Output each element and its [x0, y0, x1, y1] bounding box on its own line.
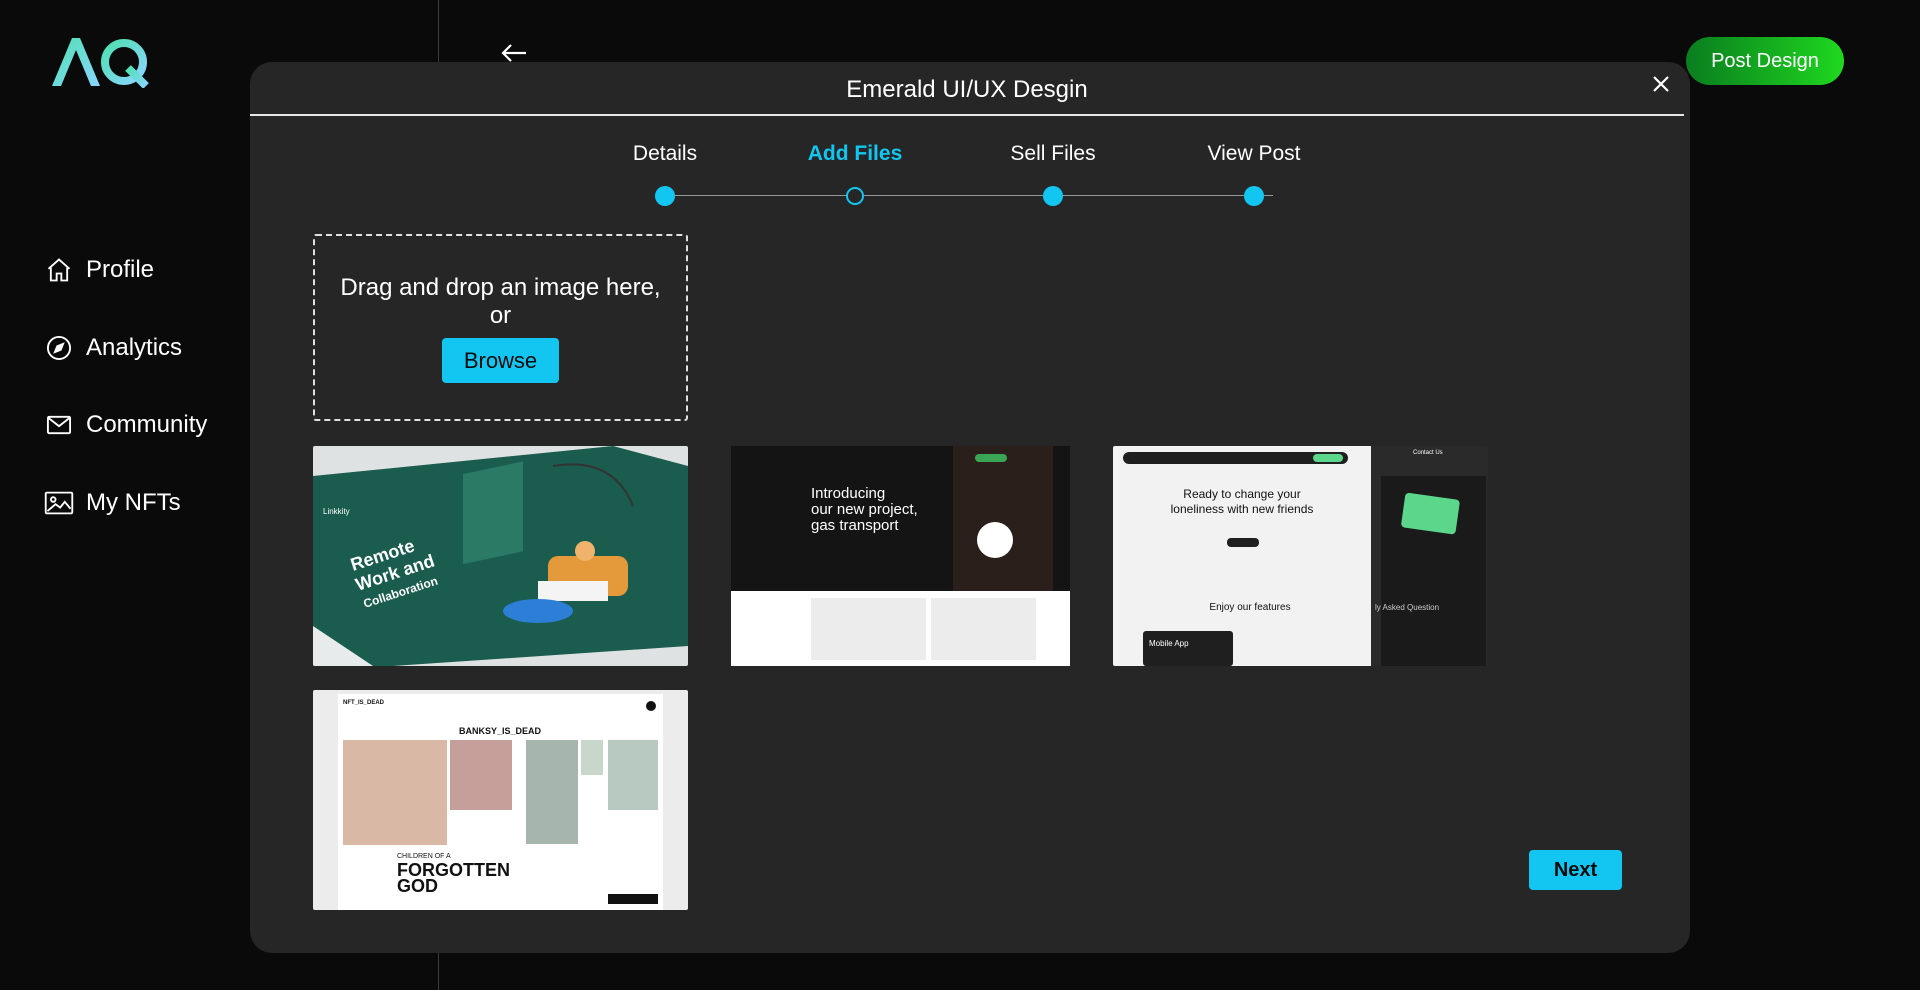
image-icon	[44, 488, 74, 518]
uploaded-image-thumbnail[interactable]: Ready to change your loneliness with new…	[1113, 446, 1488, 666]
sidebar-item-label: Community	[86, 411, 208, 438]
stepper-line	[665, 195, 1273, 196]
compass-icon	[44, 333, 74, 363]
thumb-faq-text: ly Asked Question	[1375, 603, 1439, 612]
thumb-top-text: NFT_IS_DEAD	[343, 700, 385, 706]
uploaded-image-thumbnail[interactable]: Linkkity Remote Work and Collaboration	[313, 446, 688, 666]
sidebar-item-my-nfts[interactable]: My NFTs	[44, 483, 207, 523]
home-icon	[44, 255, 74, 285]
thumb-headline-text: loneliness with new friends	[1171, 502, 1314, 516]
thumb-god-text: GOD	[397, 876, 438, 896]
step-label-details[interactable]: Details	[633, 142, 697, 166]
thumb-contact-text: Contact Us	[1413, 450, 1443, 456]
step-label-add-files[interactable]: Add Files	[808, 142, 903, 166]
uploaded-image-thumbnail[interactable]: NFT_IS_DEAD BANKSY_IS_DEAD CHILDREN OF A…	[313, 690, 688, 910]
sidebar-item-analytics[interactable]: Analytics	[44, 328, 207, 368]
friends-app-image: Ready to change your loneliness with new…	[1113, 446, 1488, 666]
sidebar-item-label: My NFTs	[86, 488, 181, 516]
sidebar-nav: Profile Analytics Community My NFTs	[44, 250, 207, 560]
uploaded-image-thumbnail[interactable]: Introducing our new project, gas transpo…	[713, 446, 1088, 666]
step-dot-sell-files[interactable]	[1043, 186, 1063, 206]
thumb-title-text: BANKSY_IS_DEAD	[459, 726, 542, 736]
sidebar-item-label: Profile	[86, 256, 155, 283]
thumb-headline-text: Ready to change your	[1183, 487, 1300, 501]
thumb-headline-text: Introducing	[811, 485, 885, 502]
modal-title: Emerald UI/UX Desgin	[846, 76, 1088, 103]
thumb-headline-text: our new project,	[811, 501, 918, 518]
aq-logo	[52, 38, 149, 88]
thumb-children-text: CHILDREN OF A	[397, 853, 451, 860]
remote-work-image: Linkkity Remote Work and Collaboration	[313, 446, 688, 666]
step-label-view-post[interactable]: View Post	[1208, 142, 1301, 166]
thumb-features-text: Enjoy our features	[1209, 602, 1290, 613]
step-dot-add-files[interactable]	[846, 187, 864, 205]
post-design-button[interactable]: Post Design	[1686, 37, 1844, 85]
close-icon[interactable]	[1649, 72, 1673, 96]
step-dot-view-post[interactable]	[1244, 186, 1264, 206]
sidebar-item-profile[interactable]: Profile	[44, 250, 207, 290]
next-button[interactable]: Next	[1529, 850, 1622, 890]
step-label-sell-files[interactable]: Sell Files	[1010, 142, 1095, 166]
modal: Emerald UI/UX Desgin Details Add Files S…	[250, 62, 1690, 953]
banksy-nft-image: NFT_IS_DEAD BANKSY_IS_DEAD CHILDREN OF A…	[313, 690, 688, 910]
mail-icon	[44, 410, 74, 440]
gas-transport-image: Introducing our new project, gas transpo…	[713, 446, 1088, 666]
browse-button[interactable]: Browse	[442, 338, 559, 383]
step-dot-details[interactable]	[655, 186, 675, 206]
sidebar-item-community[interactable]: Community	[44, 405, 207, 445]
dropzone-text: Drag and drop an image here, or	[340, 274, 661, 329]
modal-header: Emerald UI/UX Desgin	[250, 62, 1684, 116]
sidebar-item-label: Analytics	[86, 333, 183, 361]
thumb-brand-text: Linkkity	[323, 507, 350, 516]
thumb-headline-text: gas transport	[811, 517, 899, 534]
thumb-card-text: Mobile App	[1149, 639, 1189, 648]
file-dropzone[interactable]: Drag and drop an image here, or Browse	[313, 234, 688, 421]
